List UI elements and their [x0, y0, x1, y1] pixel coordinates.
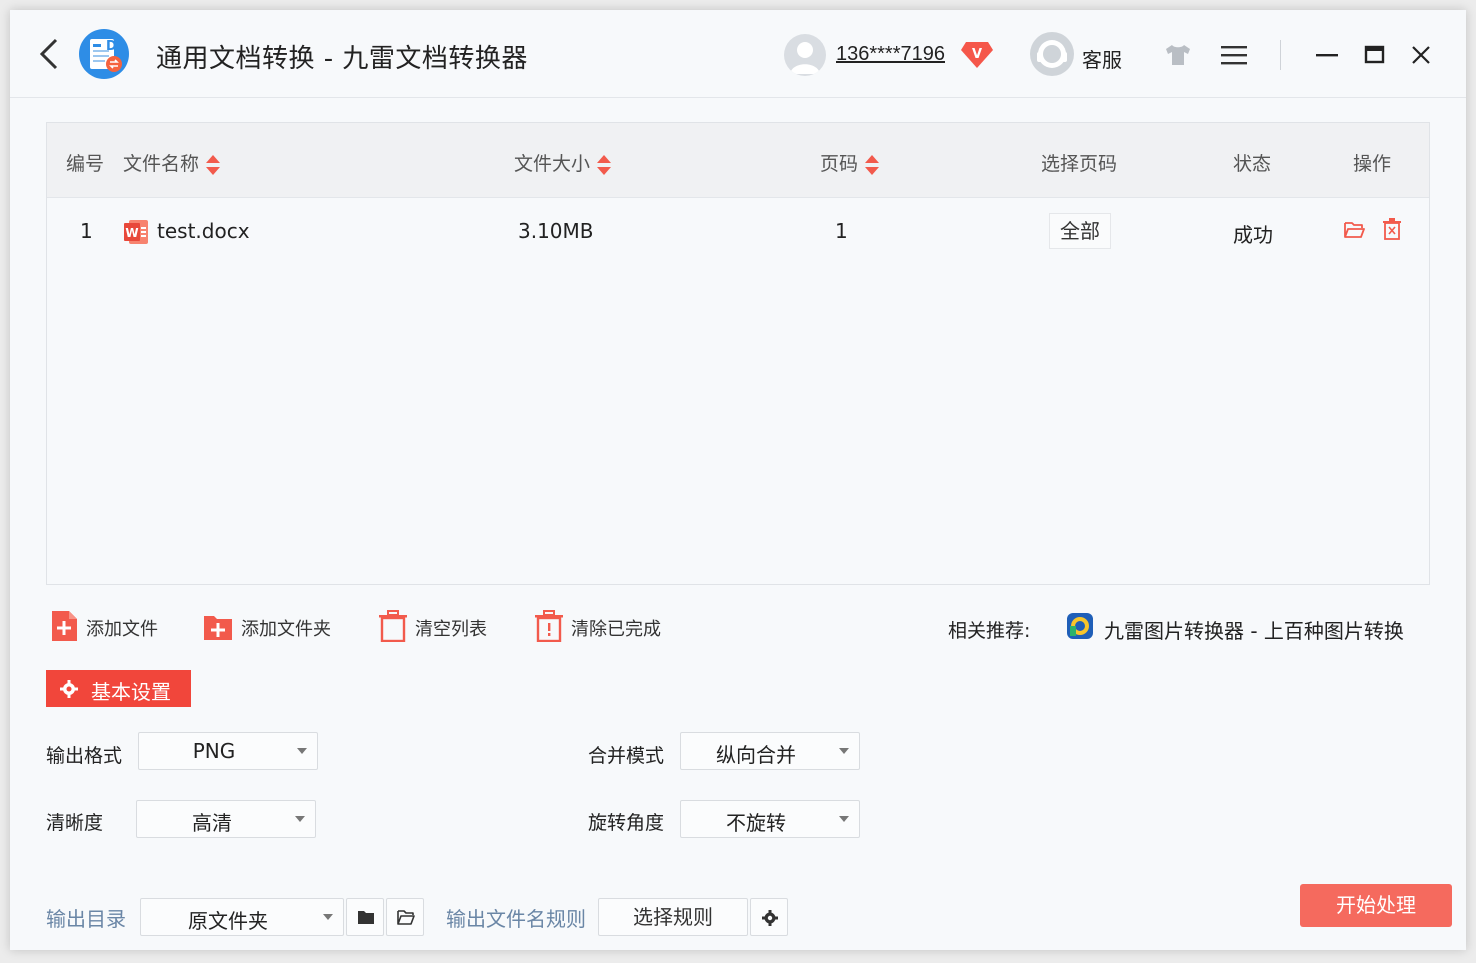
clarity-label: 清晰度: [46, 812, 104, 834]
vip-badge-icon[interactable]: V: [960, 38, 994, 70]
trash-icon: [379, 610, 407, 642]
row-file-name: test.docx: [157, 219, 250, 243]
output-format-value: PNG: [192, 739, 236, 763]
output-dir-label: 输出目录: [46, 907, 126, 931]
folder-icon: [358, 911, 374, 924]
rotation-label: 旋转角度: [588, 812, 665, 834]
chevron-down-icon: [323, 914, 333, 920]
tshirt-skin-icon[interactable]: [1164, 44, 1192, 66]
row-pages: 1: [835, 219, 848, 243]
minimize-icon[interactable]: [1314, 42, 1340, 68]
merge-mode-select[interactable]: 纵向合并: [680, 732, 860, 770]
header-file-name[interactable]: 文件名称: [123, 149, 221, 176]
output-format-label: 输出格式: [46, 745, 123, 767]
menu-hamburger-icon[interactable]: [1220, 44, 1248, 66]
sort-icon[interactable]: [596, 154, 612, 176]
user-silhouette-icon: [790, 42, 820, 74]
titlebar-divider: [1280, 40, 1281, 70]
customer-service-avatar[interactable]: [1030, 32, 1074, 76]
row-index: 1: [80, 219, 93, 243]
close-icon[interactable]: [1408, 42, 1434, 68]
clear-list-button[interactable]: 清空列表: [378, 610, 498, 642]
open-output-folder-button[interactable]: [386, 898, 424, 936]
open-folder-icon: [397, 910, 415, 925]
app-logo-icon: D: [79, 29, 129, 79]
row-file-size: 3.10MB: [518, 219, 594, 243]
table-header: 编号 文件名称 文件大小 页码 选择页码 状态 操作: [47, 123, 1429, 198]
rotation-value: 不旋转: [726, 811, 786, 835]
header-index: 编号: [66, 153, 105, 175]
back-arrow-icon[interactable]: [34, 34, 64, 74]
clarity-select[interactable]: 高清: [136, 800, 316, 838]
file-list-table: 编号 文件名称 文件大小 页码 选择页码 状态 操作 1 W test.docx…: [46, 122, 1430, 585]
svg-text:D: D: [106, 39, 117, 54]
select-rule-button[interactable]: 选择规则: [598, 898, 748, 936]
output-dir-select[interactable]: 原文件夹: [140, 898, 344, 936]
sort-icon[interactable]: [864, 154, 880, 176]
table-row[interactable]: 1 W test.docx 3.10MB 1 全部 成功: [47, 199, 1429, 265]
word-file-icon: W: [124, 220, 148, 244]
output-dir-value: 原文件夹: [188, 909, 268, 933]
user-phone-link[interactable]: 136****7196: [836, 43, 945, 66]
open-folder-icon[interactable]: [1343, 219, 1365, 241]
app-title: 通用文档转换 - 九雷文档转换器: [156, 44, 528, 74]
sort-icon[interactable]: [205, 154, 221, 176]
recommend-label: 相关推荐:: [948, 620, 1031, 642]
svg-text:W: W: [125, 226, 138, 240]
customer-service-label[interactable]: 客服: [1082, 44, 1122, 73]
header-file-size[interactable]: 文件大小: [514, 149, 612, 176]
chevron-down-icon: [297, 748, 307, 754]
image-converter-logo-icon[interactable]: [1066, 612, 1094, 640]
basic-settings-label: 基本设置: [91, 680, 171, 704]
add-file-button[interactable]: 添加文件: [50, 610, 170, 642]
output-format-select[interactable]: PNG: [138, 732, 318, 770]
gear-icon: [762, 910, 778, 926]
add-folder-button[interactable]: 添加文件夹: [203, 610, 343, 642]
browse-folder-button[interactable]: [346, 898, 384, 936]
trash-done-icon: [535, 610, 563, 642]
clear-completed-button[interactable]: 清除已完成: [534, 610, 674, 642]
add-file-icon: [52, 611, 77, 641]
basic-settings-tab[interactable]: 基本设置: [46, 670, 191, 707]
vip-badge-text: V: [972, 47, 982, 62]
chevron-down-icon: [295, 816, 305, 822]
header-actions: 操作: [1353, 153, 1392, 175]
clear-list-label: 清空列表: [415, 619, 487, 640]
gear-icon: [60, 680, 78, 698]
row-page-select[interactable]: 全部: [1049, 213, 1111, 249]
maximize-icon[interactable]: [1362, 42, 1388, 68]
merge-mode-label: 合并模式: [588, 745, 665, 767]
header-pages[interactable]: 页码: [820, 149, 880, 176]
header-status: 状态: [1233, 153, 1272, 175]
row-status: 成功: [1233, 223, 1273, 247]
add-file-label: 添加文件: [86, 619, 158, 640]
merge-mode-value: 纵向合并: [716, 743, 796, 767]
rule-settings-button[interactable]: [750, 898, 788, 936]
clear-completed-label: 清除已完成: [571, 619, 661, 640]
add-folder-icon: [204, 616, 232, 640]
chevron-down-icon: [839, 816, 849, 822]
header-file-name-label: 文件名称: [123, 153, 200, 175]
chevron-down-icon: [839, 748, 849, 754]
header-page-select: 选择页码: [1041, 153, 1118, 175]
header-file-size-label: 文件大小: [514, 153, 591, 175]
recommend-link[interactable]: 九雷图片转换器 - 上百种图片转换: [1104, 615, 1404, 644]
rotation-select[interactable]: 不旋转: [680, 800, 860, 838]
user-avatar[interactable]: [784, 34, 826, 76]
filename-rule-label: 输出文件名规则: [446, 907, 586, 931]
title-bar: D 通用文档转换 - 九雷文档转换器 136****7196 V 客服: [10, 10, 1466, 98]
delete-icon[interactable]: [1381, 217, 1403, 241]
add-folder-label: 添加文件夹: [241, 619, 331, 640]
headset-icon: [1037, 40, 1067, 68]
start-processing-button[interactable]: 开始处理: [1300, 884, 1452, 927]
clarity-value: 高清: [192, 811, 232, 835]
app-window: D 通用文档转换 - 九雷文档转换器 136****7196 V 客服 编号 文…: [10, 10, 1466, 950]
header-pages-label: 页码: [820, 153, 859, 175]
